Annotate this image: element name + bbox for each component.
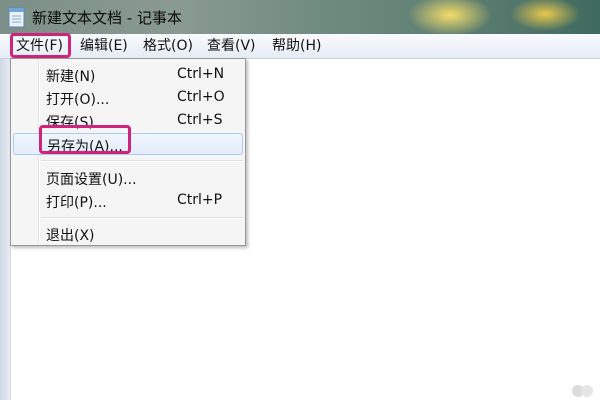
- notepad-icon: [8, 7, 25, 28]
- watermark-logo: [572, 385, 593, 397]
- window-title: 新建文本文档 - 记事本: [32, 9, 182, 27]
- menu-item-exit-label: 退出(X): [46, 228, 95, 244]
- menu-help[interactable]: 帮助(H): [270, 37, 323, 55]
- menu-item-print[interactable]: 打印(P)... Ctrl+P: [13, 190, 243, 212]
- menu-separator: [41, 160, 243, 162]
- menu-view[interactable]: 查看(V): [205, 37, 258, 55]
- menu-item-new-label: 新建(N): [46, 69, 96, 85]
- menu-item-page-setup-label: 页面设置(U)...: [46, 172, 137, 188]
- menu-item-exit[interactable]: 退出(X): [13, 223, 243, 245]
- menu-item-new[interactable]: 新建(N) Ctrl+N: [13, 64, 243, 86]
- title-bar[interactable]: 新建文本文档 - 记事本: [0, 0, 600, 34]
- menu-item-open-label: 打开(O)...: [46, 92, 110, 108]
- menu-format[interactable]: 格式(O): [141, 37, 195, 55]
- window-frame-left: [0, 59, 10, 400]
- menu-separator: [41, 217, 243, 219]
- annotation-highlight-save-as: [39, 125, 131, 154]
- annotation-highlight-file-menu: [10, 33, 71, 58]
- menu-item-open[interactable]: 打开(O)... Ctrl+O: [13, 87, 243, 109]
- menu-item-open-shortcut: Ctrl+O: [177, 89, 225, 105]
- menu-item-page-setup[interactable]: 页面设置(U)...: [13, 167, 243, 189]
- menu-item-print-shortcut: Ctrl+P: [177, 192, 223, 208]
- menu-item-new-shortcut: Ctrl+N: [177, 66, 225, 82]
- menu-item-save-shortcut: Ctrl+S: [177, 112, 223, 128]
- menu-edit[interactable]: 编辑(E): [78, 37, 130, 55]
- menu-item-print-label: 打印(P)...: [46, 195, 107, 211]
- menu-bar: 文件(F) 编辑(E) 格式(O) 查看(V) 帮助(H): [0, 34, 600, 59]
